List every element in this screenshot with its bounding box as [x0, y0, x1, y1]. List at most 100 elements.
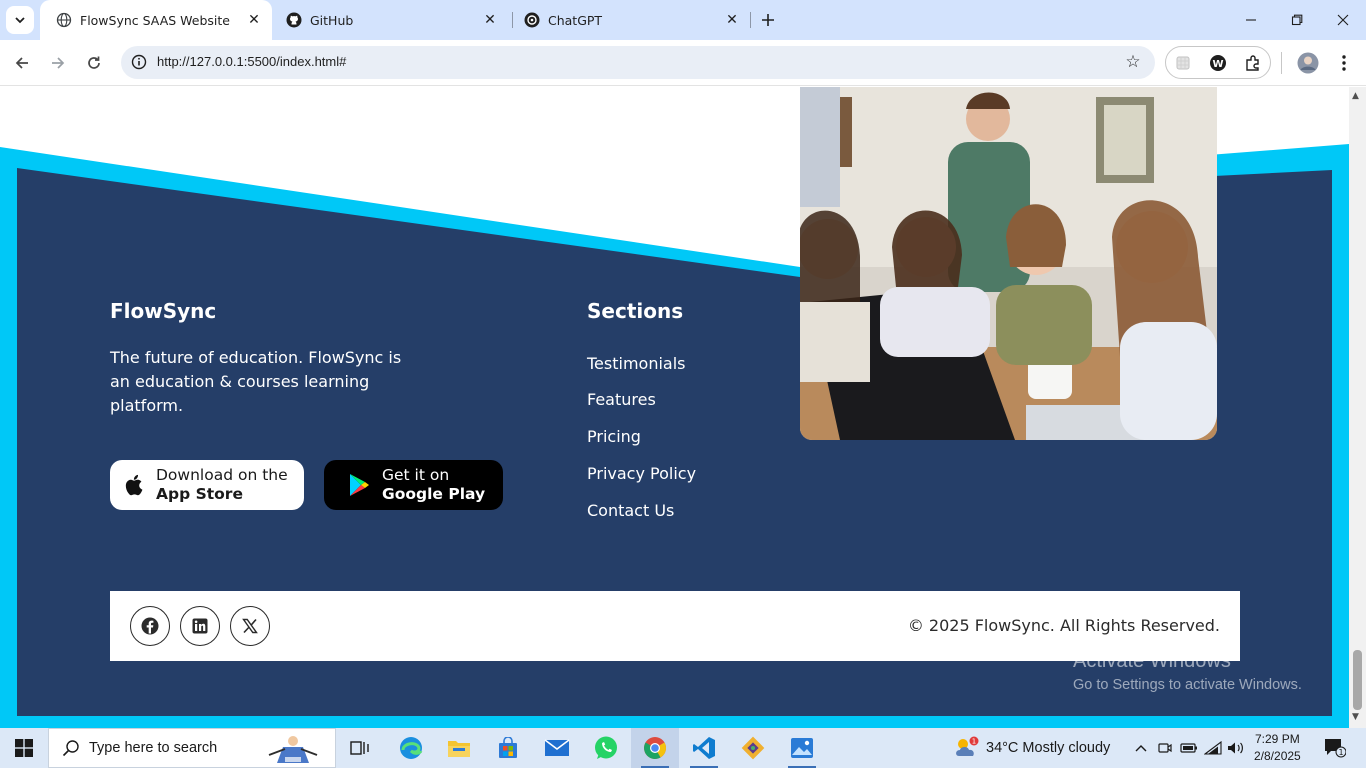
arrow-right-icon — [52, 57, 65, 69]
footer-link-testimonials[interactable]: Testimonials — [587, 354, 686, 373]
taskbar-git-app[interactable] — [729, 728, 777, 768]
folder-icon — [448, 741, 470, 757]
close-icon[interactable]: ✕ — [244, 10, 264, 30]
photos-icon — [791, 738, 813, 758]
svg-text:W: W — [1212, 59, 1223, 70]
search-icon — [61, 739, 81, 757]
more-vertical-icon — [1342, 55, 1346, 71]
search-placeholder: Type here to search — [89, 740, 218, 756]
watermark-title: Activate Windows — [1073, 650, 1231, 672]
close-window-button[interactable] — [1320, 0, 1366, 40]
linkedin-icon — [192, 618, 208, 634]
extension-icon[interactable] — [1173, 53, 1193, 73]
start-button[interactable] — [0, 728, 48, 768]
windows-logo-icon — [15, 739, 33, 757]
footer-brand-title: FlowSync — [110, 299, 217, 323]
task-view-icon — [350, 741, 369, 755]
restore-button[interactable] — [1274, 0, 1320, 40]
weather-icon[interactable]: 1 — [953, 736, 981, 760]
linkedin-link[interactable] — [180, 606, 220, 646]
arrow-left-icon — [15, 57, 28, 69]
browser-tab-strip: FlowSync SAAS Website ✕ GitHub ✕ ChatGPT… — [0, 0, 1366, 40]
search-highlight-illustration-icon — [265, 733, 321, 768]
browser-toolbar: http://127.0.0.1:5500/index.html# ☆ W — [0, 40, 1366, 86]
copyright-text: © 2025 FlowSync. All Rights Reserved. — [907, 616, 1220, 635]
taskbar-search[interactable]: Type here to search — [48, 728, 336, 768]
tab-search-button[interactable] — [6, 6, 34, 34]
footer-link-contact-us[interactable]: Contact Us — [587, 501, 674, 520]
meet-now-icon[interactable] — [1155, 738, 1175, 758]
facebook-icon — [141, 617, 159, 635]
footer-link-pricing[interactable]: Pricing — [587, 427, 641, 446]
tab-chatgpt[interactable]: ChatGPT ✕ — [514, 0, 750, 40]
taskbar-mail[interactable] — [533, 728, 581, 768]
students-photo — [800, 87, 1217, 440]
x-icon — [242, 618, 258, 634]
chevron-up-icon[interactable] — [1131, 738, 1151, 758]
chatgpt-icon — [524, 12, 540, 28]
weather-badge: 1 — [972, 738, 976, 746]
wordtune-extension-icon[interactable]: W — [1208, 53, 1228, 73]
close-icon[interactable]: ✕ — [722, 10, 742, 30]
close-icon[interactable]: ✕ — [480, 10, 500, 30]
forward-button[interactable] — [44, 49, 72, 77]
bookmark-star-icon[interactable]: ☆ — [1123, 52, 1143, 72]
url-text[interactable]: http://127.0.0.1:5500/index.html# — [157, 54, 346, 69]
minimize-button[interactable] — [1228, 0, 1274, 40]
edge-icon — [400, 737, 423, 759]
scrollbar-thumb[interactable] — [1353, 650, 1362, 710]
clock-time: 7:29 PM — [1255, 732, 1300, 746]
taskbar-photos[interactable] — [778, 728, 826, 768]
tab-flowsync[interactable]: FlowSync SAAS Website ✕ — [40, 0, 272, 40]
footer-link-features[interactable]: Features — [587, 390, 656, 409]
tab-title: ChatGPT — [548, 12, 603, 28]
scroll-up-icon[interactable]: ▲ — [1352, 91, 1359, 101]
facebook-link[interactable] — [130, 606, 170, 646]
profile-avatar[interactable] — [1294, 49, 1322, 77]
mail-icon — [544, 739, 570, 756]
tab-title: GitHub — [310, 12, 354, 28]
task-view-button[interactable] — [336, 728, 384, 768]
taskbar-whatsapp[interactable] — [582, 728, 630, 768]
tab-divider — [750, 12, 751, 28]
google-play-small-text: Get it on — [382, 466, 450, 484]
system-clock[interactable]: 7:29 PM 2/8/2025 — [1254, 731, 1301, 765]
apple-icon — [122, 472, 148, 498]
reload-icon — [88, 56, 100, 69]
taskbar-edge[interactable] — [387, 728, 435, 768]
weather-text[interactable]: 34°C Mostly cloudy — [986, 740, 1110, 756]
volume-icon[interactable] — [1226, 738, 1246, 758]
wifi-icon[interactable] — [1203, 738, 1223, 758]
taskbar-microsoft-store[interactable] — [484, 728, 532, 768]
app-store-button[interactable]: Download on the App Store — [110, 460, 304, 510]
scroll-down-icon[interactable]: ▼ — [1352, 712, 1359, 722]
reload-button[interactable] — [80, 49, 108, 77]
taskbar-file-explorer[interactable] — [435, 728, 483, 768]
notification-center-icon[interactable]: 1 — [1322, 738, 1348, 758]
google-play-icon — [346, 472, 372, 498]
restore-icon — [1291, 14, 1303, 26]
google-play-label: Get it on Google Play — [382, 466, 485, 504]
footer-link-privacy-policy[interactable]: Privacy Policy — [587, 464, 696, 483]
footer-bottom-bar: © 2025 FlowSync. All Rights Reserved. — [110, 591, 1240, 661]
x-twitter-link[interactable] — [230, 606, 270, 646]
tab-github[interactable]: GitHub ✕ — [276, 0, 508, 40]
activate-windows-watermark: Activate Windows Go to Settings to activ… — [1073, 650, 1302, 693]
store-icon — [499, 737, 517, 758]
site-info-icon[interactable] — [129, 52, 149, 72]
github-icon — [286, 12, 302, 28]
page-viewport: FlowSync The future of education. FlowSy… — [0, 87, 1349, 728]
back-button[interactable] — [8, 49, 36, 77]
google-play-button[interactable]: Get it on Google Play — [324, 460, 503, 510]
taskbar-vscode[interactable] — [680, 728, 728, 768]
browser-menu-button[interactable] — [1330, 49, 1358, 77]
google-play-big-text: Google Play — [382, 485, 486, 503]
taskbar-chrome[interactable] — [631, 728, 679, 768]
puzzle-icon[interactable] — [1243, 53, 1263, 73]
chrome-icon — [644, 737, 666, 759]
new-tab-button[interactable] — [756, 8, 780, 32]
plus-icon — [762, 14, 774, 26]
address-bar[interactable]: http://127.0.0.1:5500/index.html# ☆ — [121, 46, 1155, 79]
battery-icon[interactable] — [1179, 738, 1199, 758]
page-scrollbar[interactable]: ▲ ▼ — [1349, 87, 1366, 728]
